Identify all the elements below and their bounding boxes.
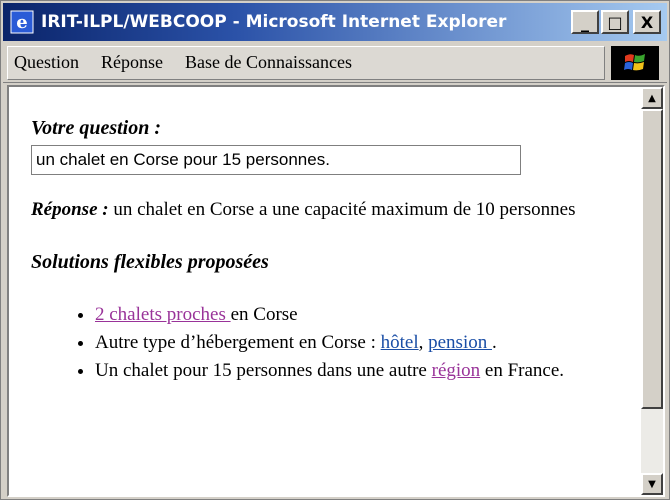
menu-question[interactable]: Question xyxy=(14,52,79,73)
ie-icon: e xyxy=(9,9,35,35)
menu-bar: Question Réponse Base de Connaissances xyxy=(3,43,667,83)
minimize-button[interactable]: _ xyxy=(571,10,599,34)
solution-item-2: Autre type d’hébergement en Corse : hôte… xyxy=(95,329,631,357)
solution-item-3: Un chalet pour 15 personnes dans une aut… xyxy=(95,357,631,385)
menu-items: Question Réponse Base de Connaissances xyxy=(7,45,605,80)
browser-window: e IRIT-ILPL/WEBCOOP - Microsoft Internet… xyxy=(0,0,670,500)
title-bar[interactable]: e IRIT-ILPL/WEBCOOP - Microsoft Internet… xyxy=(3,3,667,41)
window-controls: _ □ X xyxy=(571,10,661,34)
solution-2-text: Autre type d’hébergement en Corse : xyxy=(95,332,381,353)
question-label: Votre question : xyxy=(31,117,162,139)
link-chalets-proches[interactable]: 2 chalets proches xyxy=(95,304,231,325)
close-button[interactable]: X xyxy=(633,10,661,34)
page-viewport: Votre question : Réponse : un chalet en … xyxy=(7,85,665,497)
link-pension[interactable]: pension xyxy=(428,332,492,353)
scroll-up-icon[interactable]: ▲ xyxy=(641,87,663,109)
vertical-scrollbar[interactable]: ▲ ▼ xyxy=(641,87,663,495)
solution-3-text: Un chalet pour 15 personnes dans une aut… xyxy=(95,360,432,381)
scroll-down-icon[interactable]: ▼ xyxy=(641,473,663,495)
solution-item-1: 2 chalets proches en Corse xyxy=(95,301,631,329)
solution-2-end: . xyxy=(491,332,497,353)
windows-logo-icon xyxy=(611,45,659,80)
solution-2-separator: , xyxy=(418,332,429,353)
link-region[interactable]: région xyxy=(432,360,481,381)
menu-base-connaissances[interactable]: Base de Connaissances xyxy=(185,52,352,73)
menu-reponse[interactable]: Réponse xyxy=(101,52,163,73)
scrollbar-thumb[interactable] xyxy=(641,109,663,409)
answer: Réponse : un chalet en Corse a une capac… xyxy=(31,197,631,223)
page-content: Votre question : Réponse : un chalet en … xyxy=(31,115,631,385)
answer-label: Réponse : xyxy=(31,199,109,220)
maximize-button[interactable]: □ xyxy=(601,10,629,34)
solutions-list: 2 chalets proches en Corse Autre type d’… xyxy=(31,301,631,385)
solutions-title: Solutions flexibles proposées xyxy=(31,251,269,273)
question-input[interactable] xyxy=(31,145,521,175)
link-hotel[interactable]: hôtel xyxy=(381,332,419,353)
svg-text:e: e xyxy=(16,12,27,33)
solution-3-end: en France. xyxy=(480,360,565,381)
solution-1-text: en Corse xyxy=(230,304,298,325)
window-title: IRIT-ILPL/WEBCOOP - Microsoft Internet E… xyxy=(41,12,507,32)
answer-text: un chalet en Corse a une capacité maximu… xyxy=(108,199,576,220)
